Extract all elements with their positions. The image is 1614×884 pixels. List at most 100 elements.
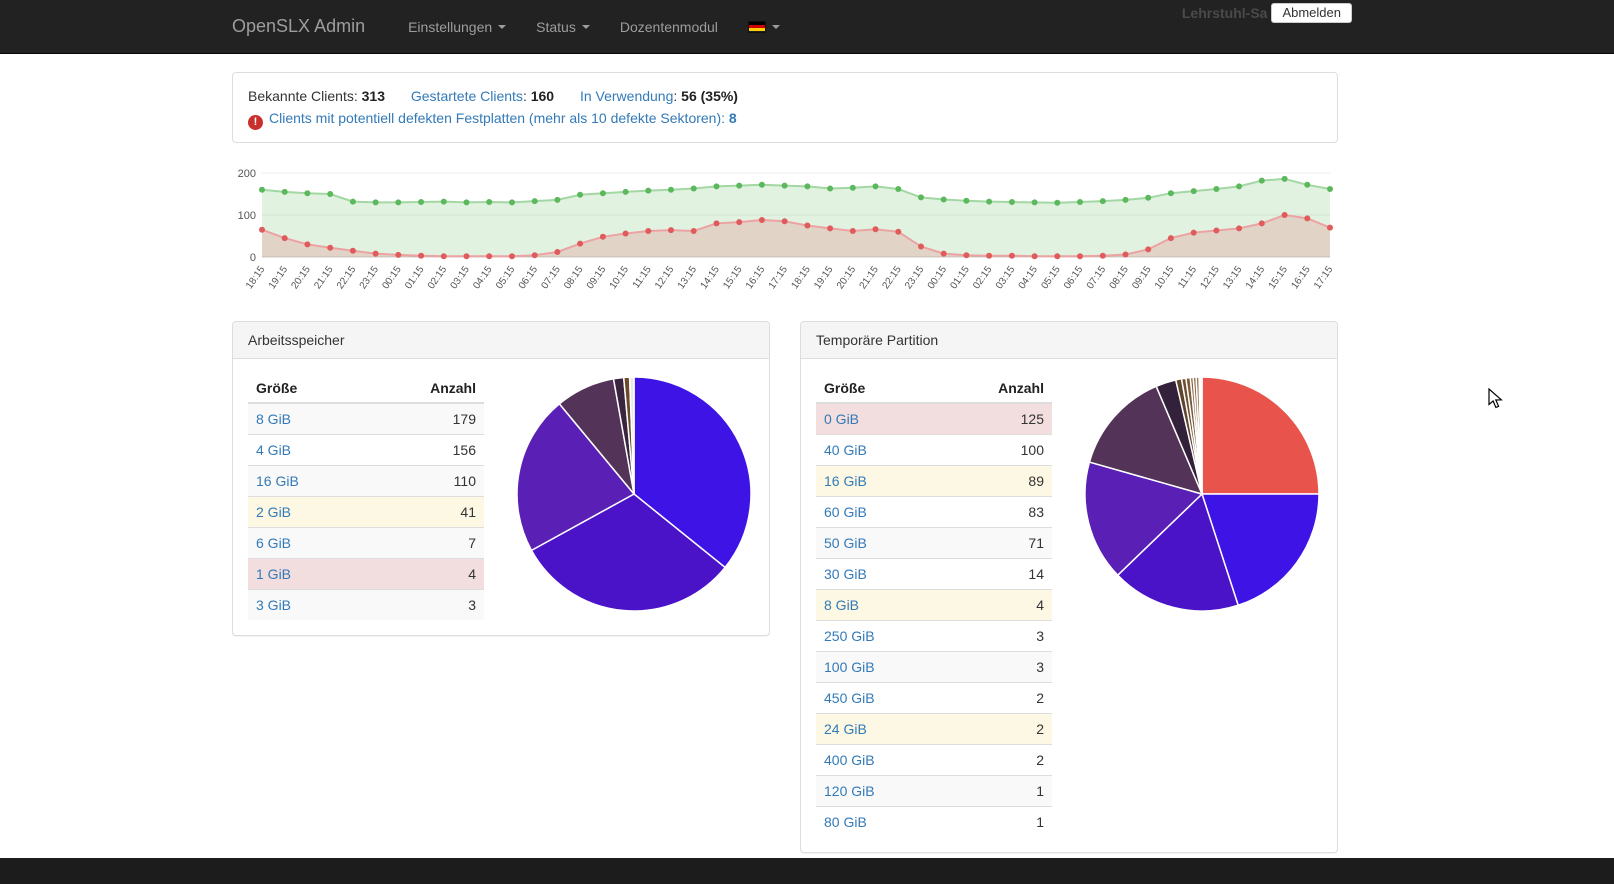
- pie-slice: [1202, 377, 1319, 494]
- svg-text:14:15: 14:15: [699, 264, 723, 291]
- size-link[interactable]: 6 GiB: [256, 535, 291, 551]
- tmp-partition-panel: Temporäre Partition Größe Anzahl 0 GiB12…: [800, 321, 1338, 853]
- in-use-clients: In Verwendung: 56 (35%): [580, 88, 738, 104]
- size-link[interactable]: 8 GiB: [256, 411, 291, 427]
- svg-text:12:15: 12:15: [1198, 264, 1222, 291]
- nav-dozentenmodul-label: Dozentenmodul: [620, 19, 718, 35]
- size-link[interactable]: 24 GiB: [824, 721, 867, 737]
- svg-text:03:15: 03:15: [994, 264, 1018, 291]
- count-cell: 7: [363, 528, 484, 559]
- count-cell: 89: [938, 466, 1052, 497]
- size-link[interactable]: 450 GiB: [824, 690, 875, 706]
- table-row: 400 GiB 2: [816, 745, 1052, 776]
- table-row: 120 GiB 1: [816, 776, 1052, 807]
- svg-text:0: 0: [250, 252, 256, 264]
- svg-text:06:15: 06:15: [517, 264, 541, 291]
- size-link[interactable]: 50 GiB: [824, 535, 867, 551]
- pie-chart-svg: [1082, 374, 1322, 614]
- svg-text:16:15: 16:15: [1289, 264, 1313, 291]
- mouse-cursor: [1488, 388, 1508, 410]
- summary-counts-row: Bekannte Clients: 313 Gestartete Clients…: [248, 85, 1322, 107]
- count-cell: 179: [363, 403, 484, 435]
- exclamation-circle-icon: !: [248, 115, 263, 130]
- count-cell: 100: [938, 435, 1052, 466]
- svg-text:17:15: 17:15: [1312, 264, 1336, 291]
- nav-dozentenmodul[interactable]: Dozentenmodul: [605, 0, 733, 53]
- size-link[interactable]: 60 GiB: [824, 504, 867, 520]
- size-link[interactable]: 4 GiB: [256, 442, 291, 458]
- brand[interactable]: OpenSLX Admin: [232, 16, 365, 37]
- count-cell: 1: [938, 776, 1052, 807]
- known-clients-value: 313: [362, 88, 385, 104]
- size-link[interactable]: 1 GiB: [256, 566, 291, 582]
- svg-text:05:15: 05:15: [1039, 264, 1063, 291]
- chevron-down-icon: [772, 25, 780, 29]
- size-link[interactable]: 80 GiB: [824, 814, 867, 830]
- svg-text:22:15: 22:15: [880, 264, 904, 291]
- svg-text:22:15: 22:15: [335, 264, 359, 291]
- svg-text:15:15: 15:15: [721, 264, 745, 291]
- tmp-panel-title: Temporäre Partition: [801, 322, 1337, 359]
- svg-text:11:15: 11:15: [631, 264, 654, 291]
- footer-strip: [0, 858, 1614, 884]
- in-use-value: 56: [681, 88, 697, 104]
- count-cell: 3: [363, 590, 484, 621]
- in-use-link[interactable]: In Verwendung: [580, 88, 673, 104]
- size-link[interactable]: 30 GiB: [824, 566, 867, 582]
- count-cell: 3: [938, 621, 1052, 652]
- started-clients-link[interactable]: Gestartete Clients: [411, 88, 523, 104]
- tmp-table: Größe Anzahl 0 GiB12540 GiB10016 GiB8960…: [816, 374, 1052, 837]
- count-cell: 110: [363, 466, 484, 497]
- svg-text:08:15: 08:15: [1108, 264, 1132, 291]
- defective-clients-link[interactable]: Clients mit potentiell defekten Festplat…: [269, 110, 737, 126]
- svg-text:10:15: 10:15: [1153, 264, 1177, 291]
- table-row: 80 GiB1: [816, 807, 1052, 838]
- count-cell: 4: [363, 559, 484, 590]
- language-selector[interactable]: [733, 0, 795, 53]
- size-link[interactable]: 40 GiB: [824, 442, 867, 458]
- svg-text:07:15: 07:15: [539, 264, 563, 291]
- size-link[interactable]: 250 GiB: [824, 628, 875, 644]
- tmp-pie-chart: [1082, 374, 1322, 614]
- count-cell: 14: [938, 559, 1052, 590]
- in-use-percent: (35%): [701, 88, 738, 104]
- ram-col-size: Größe: [248, 374, 363, 403]
- size-link[interactable]: 3 GiB: [256, 597, 291, 613]
- svg-text:12:15: 12:15: [653, 264, 677, 291]
- svg-text:03:15: 03:15: [449, 264, 473, 291]
- defective-clients-value: 8: [729, 110, 737, 126]
- started-clients: Gestartete Clients: 160: [411, 88, 554, 104]
- svg-text:19:15: 19:15: [812, 264, 836, 291]
- nav-einstellungen[interactable]: Einstellungen: [393, 0, 521, 53]
- svg-text:01:15: 01:15: [403, 264, 427, 291]
- size-link[interactable]: 16 GiB: [256, 473, 299, 489]
- size-link[interactable]: 8 GiB: [824, 597, 859, 613]
- table-row: 100 GiB3: [816, 652, 1052, 683]
- count-cell: 41: [363, 497, 484, 528]
- table-row: 0 GiB125: [816, 403, 1052, 435]
- tmp-col-size: Größe: [816, 374, 938, 403]
- svg-text:08:15: 08:15: [562, 264, 586, 291]
- logout-button[interactable]: Abmelden: [1271, 3, 1352, 23]
- size-link[interactable]: 100 GiB: [824, 659, 875, 675]
- svg-text:14:15: 14:15: [1244, 264, 1268, 291]
- table-row: 8 GiB 179: [248, 403, 484, 435]
- svg-text:00:15: 00:15: [380, 264, 404, 291]
- size-link[interactable]: 2 GiB: [256, 504, 291, 520]
- svg-text:10:15: 10:15: [608, 264, 632, 291]
- table-row: 60 GiB83: [816, 497, 1052, 528]
- svg-text:07:15: 07:15: [1085, 264, 1109, 291]
- svg-text:11:15: 11:15: [1176, 264, 1199, 291]
- count-cell: 2: [938, 745, 1052, 776]
- size-link[interactable]: 400 GiB: [824, 752, 875, 768]
- count-cell: 2: [938, 714, 1052, 745]
- svg-text:16:15: 16:15: [744, 264, 768, 291]
- svg-text:00:15: 00:15: [926, 264, 950, 291]
- count-cell: 71: [938, 528, 1052, 559]
- ram-col-count: Anzahl: [363, 374, 484, 403]
- size-link[interactable]: 16 GiB: [824, 473, 867, 489]
- nav-status[interactable]: Status: [521, 0, 605, 53]
- clients-timeline-chart: 010020018:1519:1520:1521:1522:1523:1500:…: [232, 165, 1338, 305]
- size-link[interactable]: 120 GiB: [824, 783, 875, 799]
- size-link[interactable]: 0 GiB: [824, 411, 859, 427]
